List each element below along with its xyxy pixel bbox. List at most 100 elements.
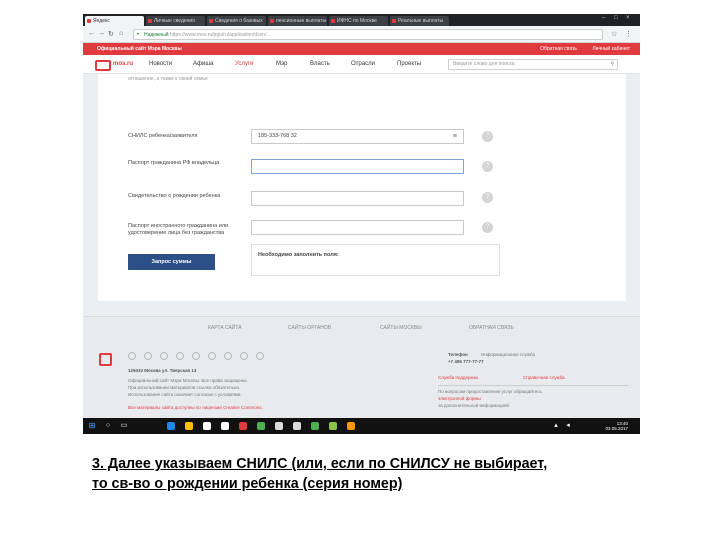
footer-divider (438, 385, 628, 386)
windows-taskbar: ⊞ ○ ▭ ▴ ◂ 13:40 03.05.2017 (83, 418, 640, 434)
maximize-icon[interactable]: □ (614, 15, 618, 21)
browser-tab[interactable]: Реальные выплаты (390, 16, 449, 26)
close-icon[interactable]: × (626, 15, 630, 21)
site-search-input[interactable]: Введите слово для поиска ⚲ (448, 59, 618, 70)
phone-number: +7 495 777-77-77 (448, 359, 484, 364)
form-card: отношение, а также к своей семье СНИЛС р… (98, 74, 626, 301)
windows-start-icon[interactable]: ⊞ (87, 421, 97, 431)
nav-item-authority[interactable]: Власть (310, 61, 330, 67)
footer-address: 125032 Москва ул. Тверская 13 (128, 368, 197, 373)
search-icon[interactable]: ⚲ (610, 60, 614, 69)
account-link[interactable]: Личный кабинет (592, 46, 630, 52)
browser-tab[interactable]: Личные сведения (146, 16, 205, 26)
url-text: https://www.mos.ru/pgu/ru/application/ds… (169, 32, 271, 38)
store-icon[interactable] (203, 422, 211, 430)
snils-input[interactable]: 185-333-768 32 ≡ (251, 129, 464, 144)
tab-favicon-icon (392, 19, 396, 23)
app-icon[interactable] (239, 422, 247, 430)
footer-right-link[interactable]: Служба поддержки (438, 375, 478, 381)
nav-item-projects[interactable]: Проекты (397, 61, 421, 67)
star-icon[interactable]: ☆ (611, 30, 617, 38)
footer-link-moscow-sites[interactable]: САЙТЫ МОСКВЫ (380, 325, 422, 331)
app-icon[interactable] (347, 422, 355, 430)
nav-item-news[interactable]: Новости (149, 61, 172, 67)
logo-text[interactable]: mos.ru (113, 61, 133, 67)
footer-link-organs[interactable]: САЙТЫ ОРГАНОВ (288, 325, 331, 331)
mos-logo-icon[interactable] (95, 60, 111, 71)
facebook-icon[interactable] (144, 352, 152, 360)
rss-icon[interactable] (240, 352, 248, 360)
volume-icon[interactable]: ◂ (563, 421, 573, 431)
slide-caption: 3. Далее указываем СНИЛС (или, если по С… (92, 454, 547, 494)
snils-label: СНИЛС ребенка/заявителя (128, 133, 198, 139)
help-icon[interactable]: ? (482, 222, 493, 233)
browser-tab-bar: Яндекс Личные сведения Сведения о базовы… (83, 14, 640, 26)
tab-favicon-icon (87, 19, 91, 23)
footer-right-text: Информационная служба (481, 352, 535, 357)
browser-tab[interactable]: пенсионные выплаты (268, 16, 327, 26)
instagram-icon[interactable] (192, 352, 200, 360)
telegram-icon[interactable] (224, 352, 232, 360)
odnoklassniki-icon[interactable] (176, 352, 184, 360)
birth-certificate-label: Свидетельство о рождении ребенка (128, 193, 221, 199)
app-icon[interactable] (257, 422, 265, 430)
footer-link-sitemap[interactable]: КАРТА САЙТА (208, 325, 242, 331)
official-strip: Официальный сайт Мэра Москвы Обратная св… (83, 43, 640, 55)
system-clock[interactable]: 13:40 03.05.2017 (605, 421, 628, 431)
cut-off-text: отношение, а также к своей семье (128, 76, 208, 82)
forward-icon[interactable]: → (98, 30, 105, 37)
official-label: Официальный сайт Мэра Москвы (97, 46, 182, 52)
chrome-icon[interactable] (311, 422, 319, 430)
task-view-icon[interactable]: ▭ (119, 421, 129, 431)
home-icon[interactable]: ⌂ (119, 30, 123, 37)
help-icon[interactable]: ? (482, 161, 493, 172)
edge-icon[interactable] (167, 422, 175, 430)
browser-tab[interactable]: Сведения о базовых (207, 16, 266, 26)
address-bar: ← → ↻ ⌂ • Надежный https://www.mos.ru/pg… (83, 26, 640, 43)
explorer-icon[interactable] (185, 422, 193, 430)
footer-license[interactable]: Все материалы сайта доступны по лицензии… (128, 405, 263, 411)
minimize-icon[interactable]: – (602, 15, 605, 21)
site-navigation: mos.ru Новости Афиша Услуги Мэр Власть О… (83, 55, 640, 74)
reload-icon[interactable]: ↻ (108, 30, 114, 38)
feedback-link[interactable]: Обратная связь (540, 46, 577, 52)
app-icon[interactable] (329, 422, 337, 430)
foreign-passport-label: Паспорт иностранного гражданина или удос… (128, 223, 229, 236)
footer-text: Использование сайта означает согласие с … (128, 392, 242, 397)
help-icon[interactable]: ? (482, 192, 493, 203)
nav-item-services[interactable]: Услуги (235, 61, 253, 67)
nav-item-mayor[interactable]: Мэр (276, 61, 287, 67)
foreign-passport-input[interactable] (251, 220, 464, 235)
birth-certificate-input[interactable] (251, 191, 464, 206)
list-icon[interactable]: ≡ (453, 130, 457, 143)
url-input[interactable]: • Надежный https://www.mos.ru/pgu/ru/app… (133, 29, 603, 40)
footer-link-feedback[interactable]: ОБРАТНАЯ СВЯЗЬ (469, 325, 514, 331)
help-icon[interactable]: ? (482, 131, 493, 142)
caption-line: 3. Далее указываем СНИЛС (или, если по С… (92, 456, 548, 472)
request-amount-button[interactable]: Запрос суммы (128, 254, 215, 270)
browser-tab[interactable]: Яндекс (85, 16, 144, 26)
twitter-icon[interactable] (160, 352, 168, 360)
network-icon[interactable]: ▴ (551, 421, 561, 431)
youtube-icon[interactable] (208, 352, 216, 360)
nav-item-sectors[interactable]: Отрасли (351, 61, 375, 67)
footer-links: КАРТА САЙТА САЙТЫ ОРГАНОВ САЙТЫ МОСКВЫ О… (83, 316, 640, 338)
lock-icon: • (137, 32, 140, 38)
app-icon[interactable] (293, 422, 301, 430)
menu-icon[interactable]: ⋮ (625, 30, 632, 38)
app-icon[interactable] (221, 422, 229, 430)
nav-item-afisha[interactable]: Афиша (193, 61, 214, 67)
search-icon[interactable]: ○ (103, 421, 113, 431)
passport-input[interactable] (251, 159, 464, 174)
footer-logo-icon[interactable] (99, 353, 112, 366)
footer-right-link[interactable]: электронной формы (438, 396, 481, 402)
caption-line: то св-во о рождении ребенка (серия номер… (92, 476, 403, 492)
app-icon[interactable] (275, 422, 283, 430)
secure-label: Надежный (144, 32, 169, 38)
footer-right-text: По вопросам предоставления услуг обращай… (438, 389, 542, 394)
back-icon[interactable]: ← (88, 30, 95, 37)
browser-tab[interactable]: ИФНС по Москве (329, 16, 388, 26)
vk-icon[interactable] (128, 352, 136, 360)
mail-icon[interactable] (256, 352, 264, 360)
footer-right-link[interactable]: Справочная служба (523, 375, 565, 381)
